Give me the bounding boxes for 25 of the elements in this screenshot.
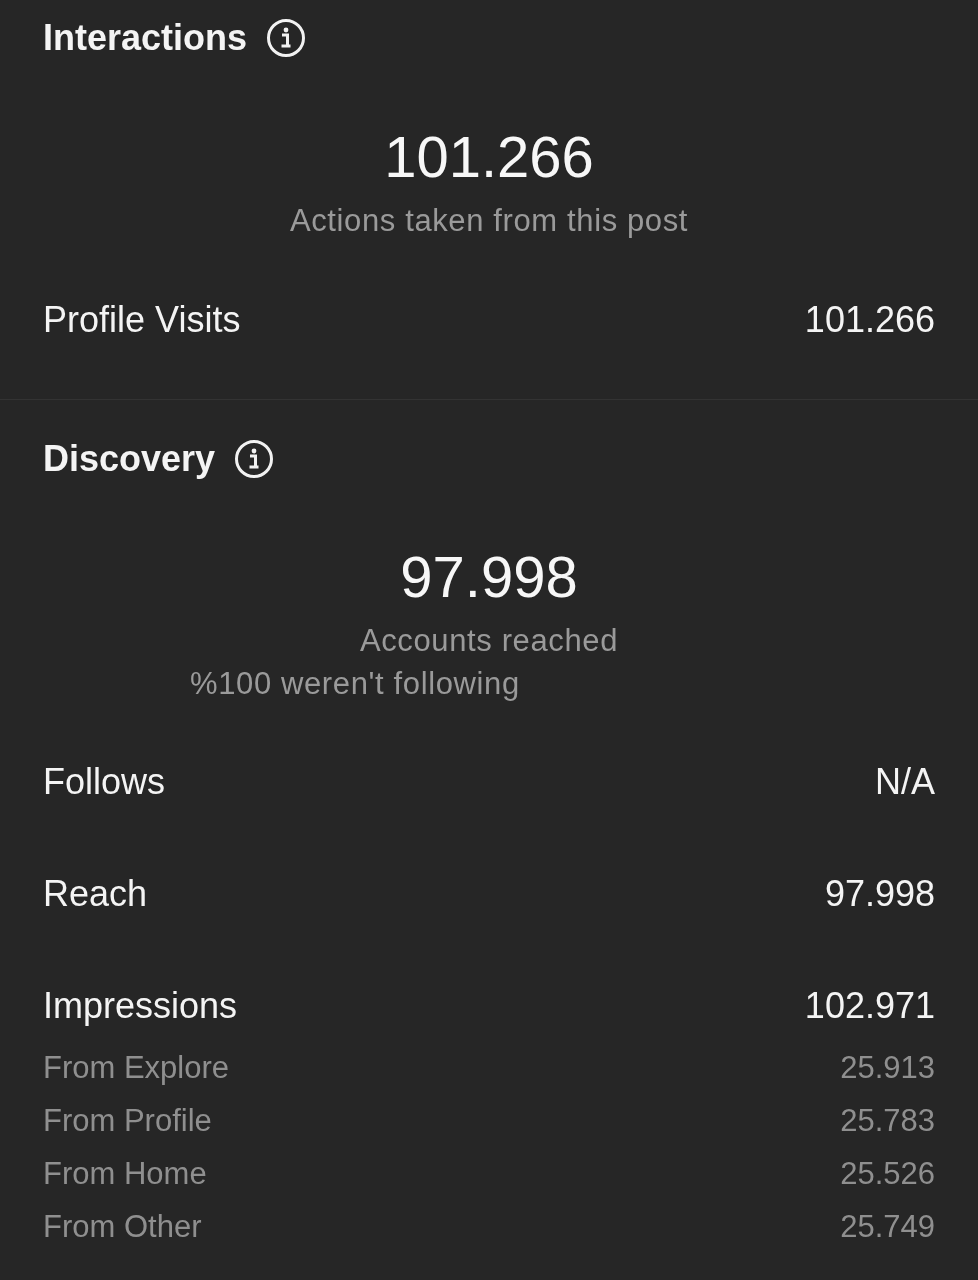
breakdown-label: From Profile	[43, 1102, 212, 1139]
metric-value: 97.998	[824, 874, 935, 914]
metric-label: Impressions	[43, 986, 238, 1026]
metric-label: Profile Visits	[43, 300, 241, 340]
breakdown-label: From Home	[43, 1155, 207, 1192]
section-title: Discovery	[43, 439, 216, 479]
info-icon[interactable]	[266, 18, 307, 58]
section-title: Interactions	[43, 18, 248, 58]
metric-value: 101.266	[804, 300, 935, 340]
summary-value: 97.998	[400, 543, 578, 611]
breakdown-value: 25.749	[840, 1208, 935, 1245]
breakdown-label: From Explore	[43, 1049, 230, 1086]
breakdown-value: 25.783	[840, 1102, 935, 1139]
breakdown-label: From Other	[43, 1208, 202, 1245]
breakdown-value: 25.913	[840, 1049, 935, 1086]
info-icon[interactable]	[234, 439, 275, 479]
summary-value: 101.266	[384, 123, 594, 191]
metric-label: Follows	[43, 762, 166, 802]
breakdown-value: 25.526	[840, 1155, 935, 1192]
metric-label: Reach	[43, 874, 148, 914]
summary-note: %100 weren't following	[190, 666, 520, 702]
summary-caption: Accounts reached	[359, 623, 619, 659]
summary-caption: Actions taken from this post	[289, 203, 689, 239]
metric-value: 102.971	[804, 986, 935, 1026]
metric-value: N/A	[875, 762, 935, 802]
